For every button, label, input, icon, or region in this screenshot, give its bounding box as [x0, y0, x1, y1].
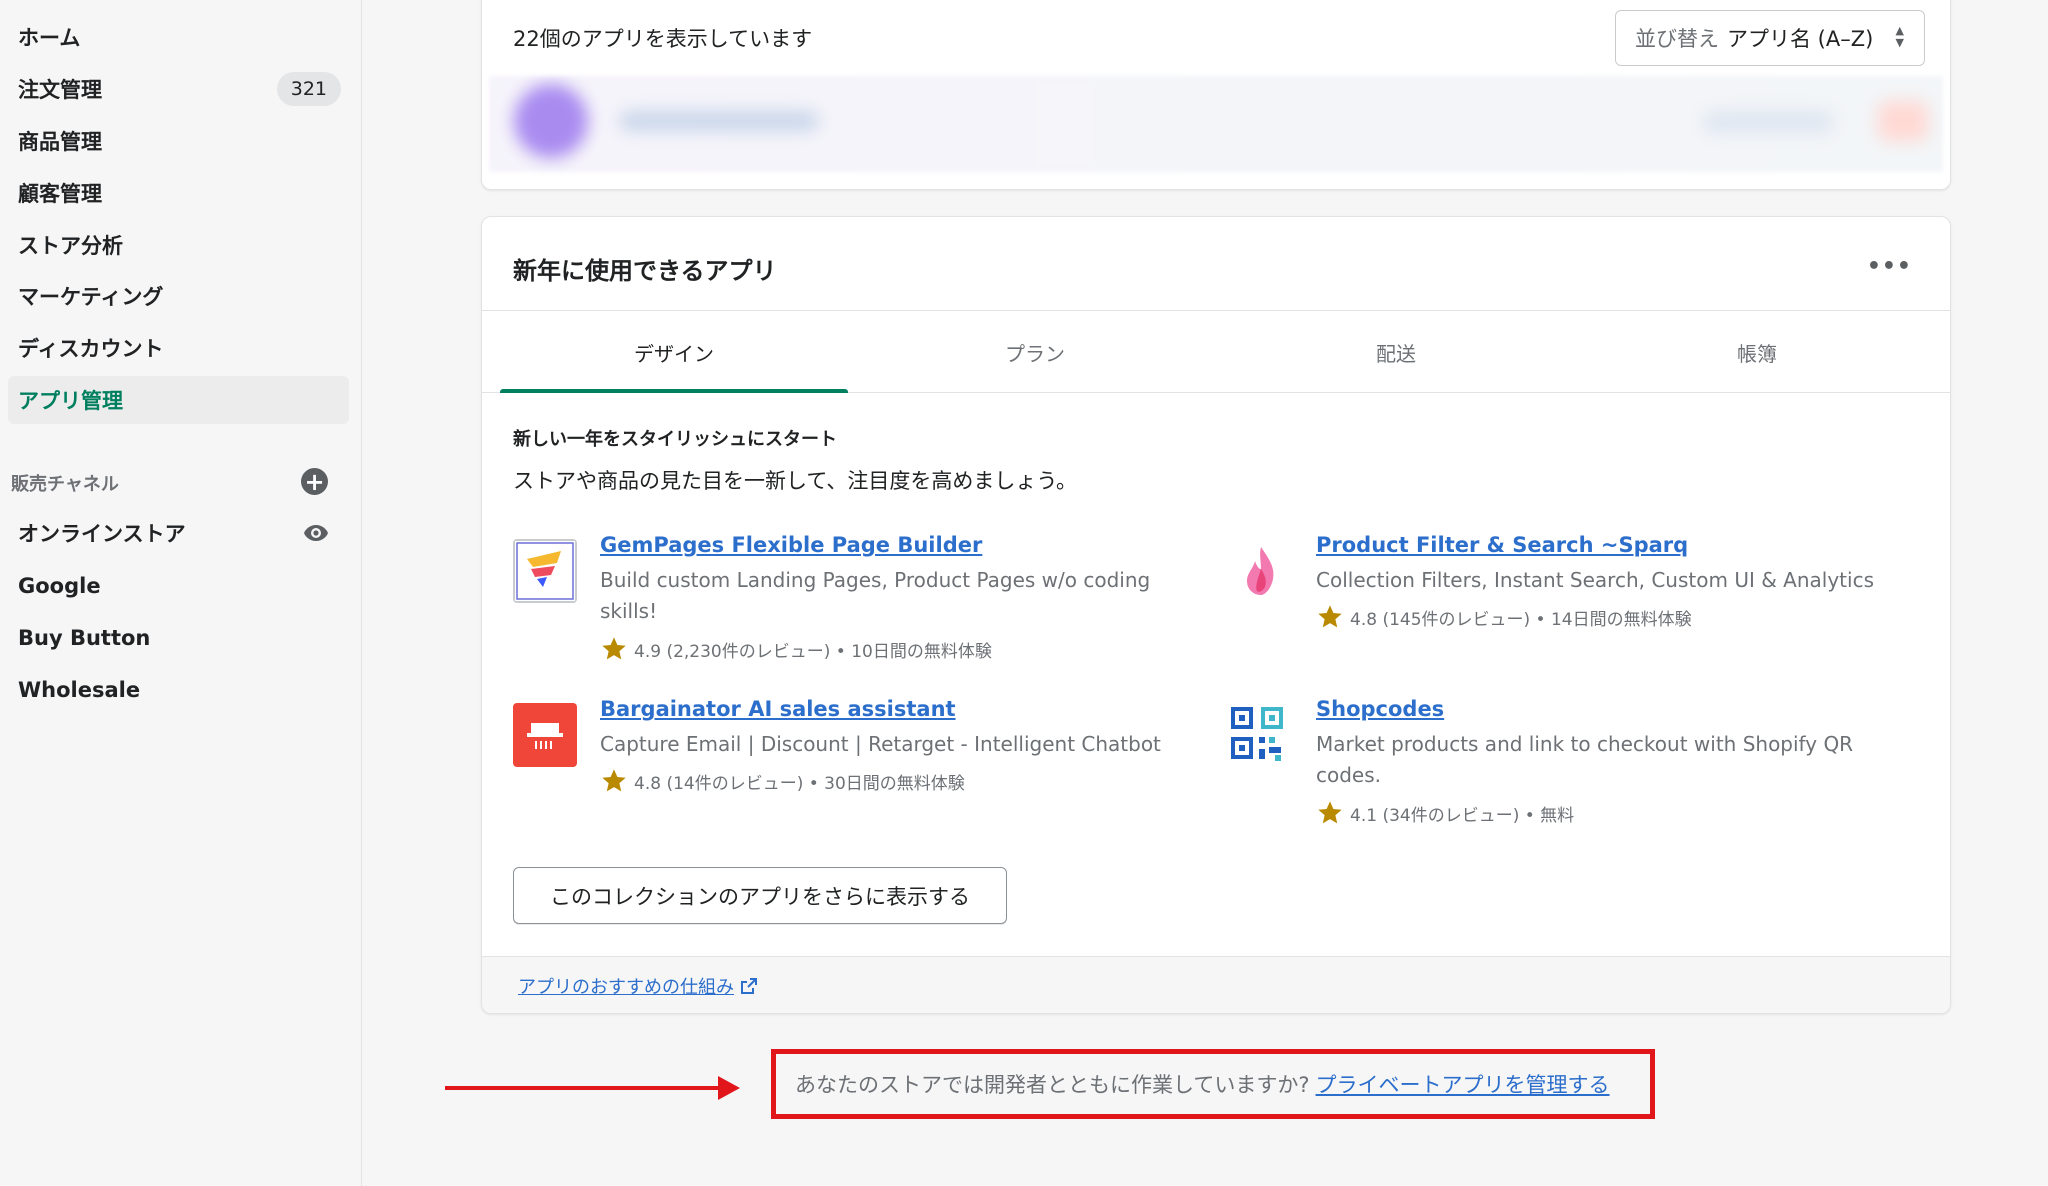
sparq-flame-logo-icon — [1247, 547, 1274, 595]
sales-channels-heading: 販売チャネル — [11, 474, 119, 495]
bargainator-logo-icon — [513, 703, 577, 767]
app-tagline: Collection Filters, Instant Search, Cust… — [1316, 568, 1874, 592]
collection-subtitle: 新しい一年をスタイリッシュにスタート — [513, 429, 837, 450]
star-icon — [602, 769, 626, 792]
blurred-app-button — [1878, 101, 1928, 141]
collection-title: 新年に使用できるアプリ — [513, 257, 777, 285]
sort-value: アプリ名 (A–Z) — [1727, 27, 1874, 51]
installed-apps-card: 22個のアプリを表示しています 並び替え アプリ名 (A–Z) ▲ ▼ — [481, 0, 1951, 190]
sidebar-item-label: オンラインストア — [18, 522, 186, 546]
app-rating: 4.8 (145件のレビュー) • 14日間の無料体験 — [1316, 603, 1692, 631]
app-rating: 4.1 (34件のレビュー) • 無料 — [1316, 799, 1574, 827]
sidebar-item-label: ストア分析 — [18, 234, 123, 258]
sidebar-item-label: 顧客管理 — [18, 182, 102, 206]
apps-count-text: 22個のアプリを表示しています — [513, 27, 813, 51]
external-link-icon — [741, 978, 757, 994]
app-tagline: Market products and link to checkout wit… — [1316, 732, 1854, 787]
sidebar-item-label: マーケティング — [18, 285, 164, 309]
sidebar: ホーム 注文管理 321 商品管理 顧客管理 ストア分析 マーケティング ディス… — [0, 0, 362, 1186]
collection-footer: アプリのおすすめの仕組み — [482, 956, 1950, 1013]
eye-icon[interactable] — [303, 524, 329, 542]
sidebar-item-analytics[interactable]: ストア分析 — [8, 221, 349, 269]
sidebar-item-discounts[interactable]: ディスカウント — [8, 324, 349, 372]
app-tagline: Build custom Landing Pages, Product Page… — [600, 568, 1151, 623]
sidebar-item-marketing[interactable]: マーケティング — [8, 272, 349, 320]
annotation-arrow-line — [445, 1086, 720, 1090]
sort-arrows-icon: ▲ ▼ — [1895, 24, 1904, 49]
add-channel-icon[interactable]: + — [301, 468, 328, 495]
sidebar-item-label: Buy Button — [18, 626, 151, 650]
sidebar-item-home[interactable]: ホーム — [8, 13, 349, 61]
star-icon — [602, 637, 626, 660]
app-collection-card: 新年に使用できるアプリ ••• デザイン プラン 配送 帳簿 新しい一年をスタイ… — [481, 216, 1951, 1014]
sidebar-item-label: アプリ管理 — [18, 389, 123, 413]
collection-description: ストアや商品の見た目を一新して、注目度を高めましょう。 — [513, 469, 1078, 493]
app-tagline: Capture Email | Discount | Retarget - In… — [600, 732, 1161, 756]
annotation-arrow-head — [718, 1076, 740, 1100]
app-rating-text: 4.1 (34件のレビュー) • 無料 — [1350, 805, 1575, 826]
private-apps-highlight: あなたのストアでは開発者とともに作業していますか? プライベートアプリを管理する — [771, 1049, 1655, 1119]
gempages-logo-icon — [513, 539, 577, 603]
sidebar-item-label: 商品管理 — [18, 130, 102, 154]
blurred-app-row[interactable] — [489, 76, 1943, 172]
selected-tab-indicator — [500, 389, 848, 393]
app-name-link[interactable]: GemPages Flexible Page Builder — [600, 533, 982, 557]
tab-design[interactable]: デザイン — [500, 311, 848, 394]
sidebar-item-wholesale[interactable]: Wholesale — [8, 666, 349, 714]
app-rating-text: 4.8 (14件のレビュー) • 30日間の無料体験 — [634, 773, 965, 794]
sidebar-item-online-store[interactable]: オンラインストア — [8, 509, 349, 557]
sidebar-item-google[interactable]: Google — [8, 562, 349, 610]
app-name-link[interactable]: Bargainator AI sales assistant — [600, 697, 956, 721]
more-actions-icon[interactable]: ••• — [1867, 254, 1912, 279]
star-icon — [1318, 605, 1342, 628]
orders-count-badge: 321 — [276, 72, 341, 106]
tab-shipping[interactable]: 配送 — [1222, 311, 1570, 394]
sidebar-item-label: 注文管理 — [18, 78, 102, 102]
tab-accounting[interactable]: 帳簿 — [1583, 311, 1931, 394]
how-recommendations-work-link[interactable]: アプリのおすすめの仕組み — [518, 973, 734, 999]
sidebar-item-orders[interactable]: 注文管理 321 — [8, 65, 349, 113]
app-name-link[interactable]: Product Filter & Search ~Sparq — [1316, 533, 1688, 557]
sort-label: 並び替え — [1635, 27, 1719, 51]
sidebar-item-label: ホーム — [18, 26, 81, 50]
app-rating: 4.9 (2,230件のレビュー) • 10日間の無料体験 — [600, 635, 992, 663]
sidebar-item-label: Wholesale — [18, 678, 141, 702]
blurred-app-name — [619, 111, 819, 131]
sidebar-item-products[interactable]: 商品管理 — [8, 117, 349, 165]
app-rating-text: 4.9 (2,230件のレビュー) • 10日間の無料体験 — [634, 641, 992, 662]
sidebar-item-label: ディスカウント — [18, 337, 164, 361]
app-rating-text: 4.8 (145件のレビュー) • 14日間の無料体験 — [1350, 609, 1692, 630]
blurred-app-icon — [514, 84, 588, 158]
app-rating: 4.8 (14件のレビュー) • 30日間の無料体験 — [600, 767, 965, 795]
collection-tabs: デザイン プラン 配送 帳簿 — [482, 310, 1950, 393]
app-name-link[interactable]: Shopcodes — [1316, 697, 1444, 721]
shopcodes-qr-logo-icon — [1231, 707, 1283, 761]
tab-plan[interactable]: プラン — [861, 311, 1209, 394]
show-more-apps-button[interactable]: このコレクションのアプリをさらに表示する — [513, 867, 1007, 924]
manage-private-apps-link[interactable]: プライベートアプリを管理する — [1316, 1069, 1610, 1099]
sidebar-item-apps[interactable]: アプリ管理 — [8, 376, 349, 424]
star-icon — [1318, 801, 1342, 824]
sort-select[interactable]: 並び替え アプリ名 (A–Z) ▲ ▼ — [1615, 10, 1925, 66]
sidebar-item-buy-button[interactable]: Buy Button — [8, 614, 349, 662]
blurred-app-action — [1703, 111, 1833, 133]
private-apps-question: あなたのストアでは開発者とともに作業していますか? — [795, 1073, 1310, 1097]
sidebar-item-customers[interactable]: 顧客管理 — [8, 169, 349, 217]
sidebar-item-label: Google — [18, 574, 101, 598]
